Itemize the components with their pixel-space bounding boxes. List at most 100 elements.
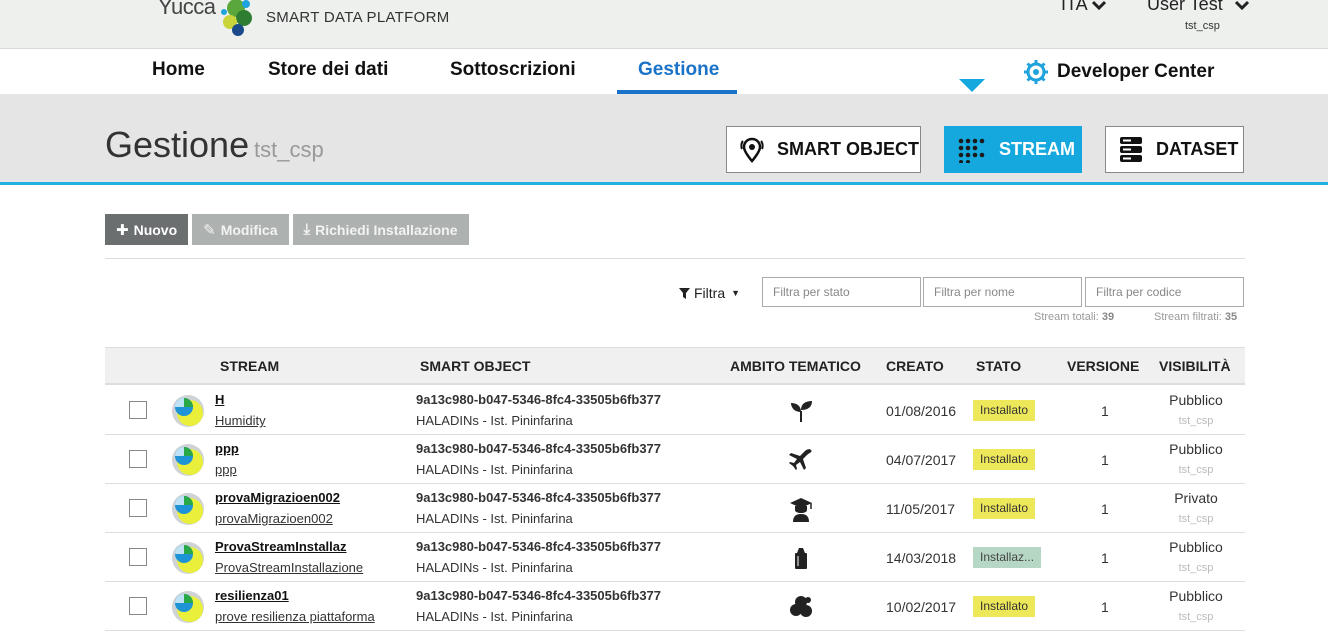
nav-item-store[interactable]: Store dei dati	[268, 59, 388, 81]
nav-item-subscriptions[interactable]: Sottoscrizioni	[450, 59, 576, 81]
visibility-tenant: tst_csp	[1178, 513, 1214, 525]
filter-dropdown[interactable]: Filtra ▼	[679, 285, 740, 301]
column-header-ambito[interactable]: AMBITO TEMATICO	[730, 358, 861, 374]
funnel-icon	[679, 287, 690, 299]
trash-bin-icon	[788, 545, 814, 571]
language-selector[interactable]: ITA	[1061, 0, 1106, 15]
chevron-down-icon	[1091, 0, 1106, 15]
created-date: 14/03/2018	[886, 550, 957, 566]
visibility-value: Privato	[1174, 490, 1218, 506]
version-value: 1	[1101, 599, 1109, 615]
stream-name[interactable]: ppp	[215, 462, 237, 477]
smart-object-id: 9a13c980-b047-5346-8fc4-33505b6fb377	[416, 588, 662, 603]
filter-name-input[interactable]	[923, 277, 1082, 307]
filter-label: Filtra	[694, 285, 726, 301]
stream-name[interactable]: ProvaStreamInstallazione	[215, 560, 363, 575]
stream-code[interactable]: ppp	[215, 441, 239, 456]
new-button[interactable]: ✚ Nuovo	[105, 214, 189, 245]
plant-icon	[788, 398, 814, 424]
smart-object-name: HALADINs - Ist. Pininfarina	[416, 609, 573, 624]
top-header: Yucca SMART DATA PLATFORM ITA User Test …	[0, 0, 1328, 49]
main-nav: Home Store dei dati Sottoscrizioni Gesti…	[0, 49, 1328, 94]
user-menu[interactable]: User Test	[1147, 0, 1249, 15]
column-header-stream[interactable]: STREAM	[220, 358, 279, 374]
stream-code[interactable]: ProvaStreamInstallaz	[215, 539, 347, 554]
table-row[interactable]: resilienza01 prove resilienza piattaform…	[105, 582, 1245, 631]
smart-object-id: 9a13c980-b047-5346-8fc4-33505b6fb377	[416, 441, 662, 456]
platform-name: SMART DATA PLATFORM	[266, 9, 450, 26]
created-date: 11/05/2017	[886, 501, 956, 517]
graduate-icon	[788, 496, 814, 522]
row-checkbox[interactable]	[129, 548, 147, 566]
visibility-value: Pubblico	[1169, 539, 1223, 555]
smart-object-button[interactable]: SMART OBJECT	[726, 126, 921, 173]
row-checkbox[interactable]	[129, 401, 147, 419]
stream-code[interactable]: provaMigrazioen002	[215, 490, 340, 505]
stream-name[interactable]: provaMigrazioen002	[215, 511, 333, 526]
edit-button[interactable]: ✎ Modifica	[192, 214, 289, 245]
section-band: Gestione tst_csp SMART OBJECT STREAM DAT…	[0, 94, 1328, 185]
total-count-value: 39	[1101, 311, 1115, 323]
edit-label: Modifica	[220, 221, 278, 238]
column-header-visibility[interactable]: VISIBILITÀ	[1159, 358, 1231, 374]
airplane-icon	[788, 447, 814, 473]
visibility-tenant: tst_csp	[1178, 611, 1214, 623]
status-badge: Installato	[973, 596, 1036, 617]
row-checkbox[interactable]	[129, 450, 147, 468]
user-tenant: tst_csp	[1185, 20, 1220, 32]
stream-status-icon	[172, 395, 204, 427]
table-row[interactable]: ProvaStreamInstallaz ProvaStreamInstalla…	[105, 533, 1245, 582]
row-checkbox[interactable]	[129, 499, 147, 517]
filtered-count-value: 35	[1224, 311, 1238, 323]
dataset-button[interactable]: DATASET	[1105, 126, 1244, 173]
stream-code[interactable]: resilienza01	[215, 588, 289, 603]
dots-grid-icon	[958, 138, 985, 163]
server-stack-icon	[1120, 136, 1142, 162]
request-install-label: Richiedi Installazione	[315, 221, 458, 238]
chevron-down-icon	[1234, 0, 1249, 15]
visibility-value: Pubblico	[1169, 392, 1223, 408]
gear-icon	[1024, 60, 1048, 84]
table-row[interactable]: provaMigrazioen002 provaMigrazioen002 9a…	[105, 484, 1245, 533]
created-date: 01/08/2016	[886, 403, 957, 419]
page-subtitle: tst_csp	[254, 137, 324, 162]
smart-object-name: HALADINs - Ist. Pininfarina	[416, 511, 573, 526]
yucca-logo-icon	[221, 0, 252, 36]
page-title: Gestione	[105, 124, 250, 165]
stream-status-icon	[172, 542, 204, 574]
developer-center-link[interactable]: Developer Center	[1021, 59, 1214, 85]
column-header-status[interactable]: STATO	[976, 358, 1021, 374]
visibility-value: Pubblico	[1169, 588, 1223, 604]
plus-icon: ✚	[116, 221, 129, 239]
column-header-version[interactable]: VERSIONE	[1067, 358, 1139, 374]
stream-label: STREAM	[999, 139, 1075, 159]
stream-name[interactable]: prove resilienza piattaforma	[215, 609, 375, 624]
visibility-tenant: tst_csp	[1178, 464, 1214, 476]
filter-state-input[interactable]	[762, 277, 921, 307]
stream-name[interactable]: Humidity	[215, 413, 266, 428]
user-name: User Test	[1147, 0, 1223, 14]
smart-object-name: HALADINs - Ist. Pininfarina	[416, 462, 573, 477]
stream-code[interactable]: H	[215, 392, 224, 407]
total-count: Stream totali: 39	[1034, 311, 1114, 323]
row-checkbox[interactable]	[129, 597, 147, 615]
filter-code-input[interactable]	[1085, 277, 1244, 307]
column-header-created[interactable]: CREATO	[886, 358, 944, 374]
stream-button[interactable]: STREAM	[944, 126, 1082, 173]
status-badge: Installato	[973, 400, 1036, 421]
new-label: Nuovo	[133, 221, 178, 238]
request-install-button[interactable]: ⤓ Richiedi Installazione	[292, 214, 469, 245]
filtered-count: Stream filtrati: 35	[1154, 311, 1237, 323]
logo-text: Yucca	[158, 0, 216, 19]
created-date: 04/07/2017	[886, 452, 957, 468]
status-badge: Installato	[973, 498, 1036, 519]
status-badge: Installato	[973, 449, 1036, 470]
nav-item-home[interactable]: Home	[152, 59, 205, 81]
table-row[interactable]: H Humidity 9a13c980-b047-5346-8fc4-33505…	[105, 386, 1245, 435]
nav-item-management[interactable]: Gestione	[638, 59, 719, 81]
stream-status-icon	[172, 493, 204, 525]
column-header-smart-object[interactable]: SMART OBJECT	[420, 358, 530, 374]
table-row[interactable]: ppp ppp 9a13c980-b047-5346-8fc4-33505b6f…	[105, 435, 1245, 484]
smart-object-id: 9a13c980-b047-5346-8fc4-33505b6fb377	[416, 392, 662, 407]
active-tab-caret	[959, 79, 985, 92]
